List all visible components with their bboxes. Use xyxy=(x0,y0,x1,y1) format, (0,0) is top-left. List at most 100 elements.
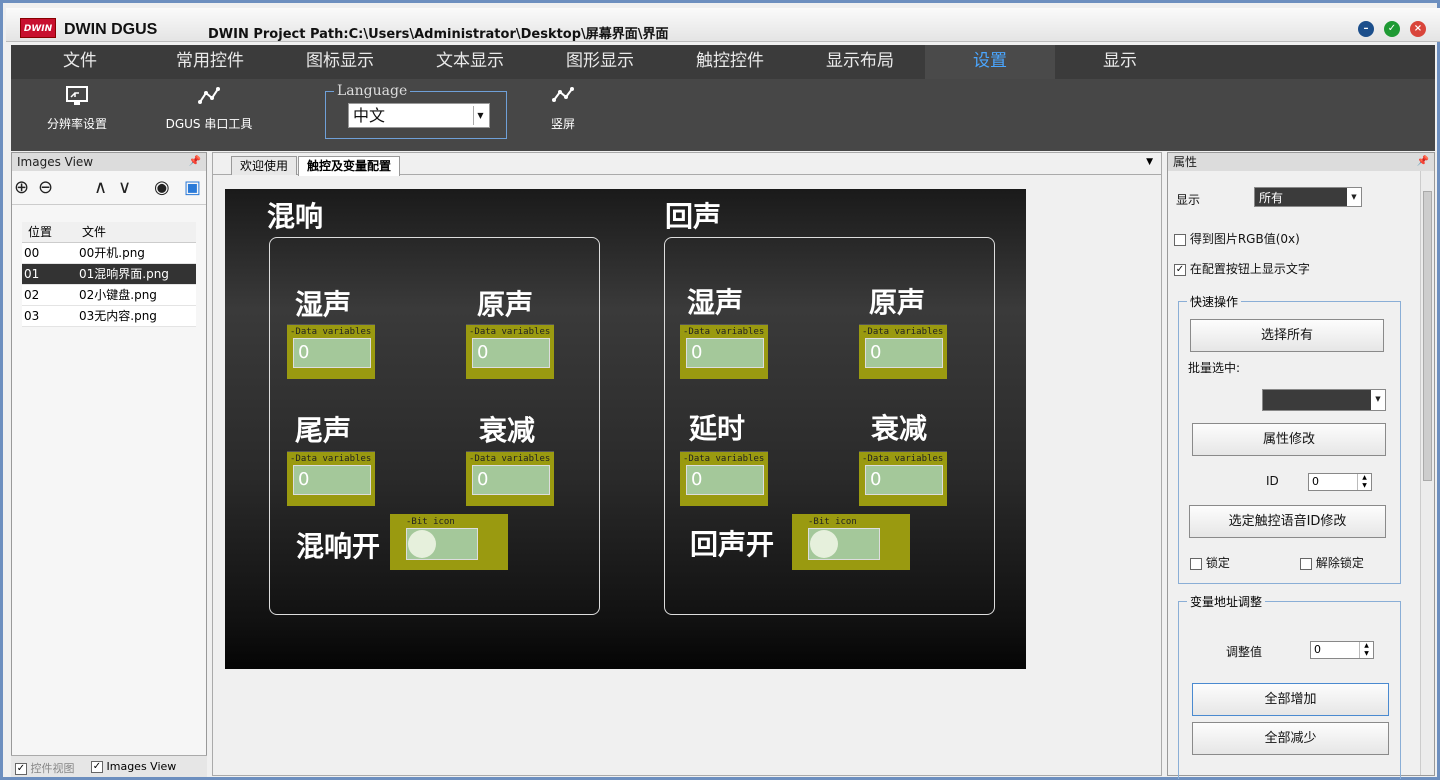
label-decay: 衰减 xyxy=(871,412,928,445)
caption: -Data variables xyxy=(683,327,765,337)
data-variable[interactable]: -Data variables 0 xyxy=(859,324,947,379)
row-file: 02小键盘.png xyxy=(79,288,157,302)
toggle-knob xyxy=(408,530,436,558)
checkbox-label: 锁定 xyxy=(1205,556,1230,570)
tab-images-view[interactable]: ✓ Images View xyxy=(91,760,176,773)
caption: -Data variables xyxy=(290,327,372,337)
left-bottom-tabs: ✓ 控件视图 ✓ Images View xyxy=(11,755,207,777)
row-pos: 02 xyxy=(24,288,40,302)
remove-icon[interactable]: ⊖ xyxy=(38,177,53,198)
menu-layout[interactable]: 显示布局 xyxy=(795,45,925,79)
minimize-icon[interactable]: – xyxy=(1358,21,1374,37)
checkbox-icon: ✓ xyxy=(91,761,103,773)
add-all-button[interactable]: 全部增加 xyxy=(1192,683,1389,716)
caption: -Data variables xyxy=(683,454,765,464)
value-display: 0 xyxy=(865,338,943,368)
row-pos: 01 xyxy=(24,267,40,281)
maximize-icon[interactable]: ✓ xyxy=(1384,21,1400,37)
data-variable[interactable]: -Data variables 0 xyxy=(680,451,768,506)
checkbox-icon xyxy=(1300,557,1312,570)
data-variable[interactable]: -Data variables 0 xyxy=(859,451,947,506)
spinner-arrows-icon: ▲ ▼ xyxy=(1357,474,1371,490)
row-file: 01混响界面.png xyxy=(79,267,169,281)
rgb-checkbox[interactable]: 得到图片RGB值(0x) xyxy=(1174,230,1300,247)
design-canvas[interactable]: 混响 回声 湿声 原声 尾声 衰减 混响开 湿声 原声 延时 衰减 回声开 -D… xyxy=(225,189,1026,669)
serial-tool-button[interactable]: DGUS 串口工具 xyxy=(161,81,257,132)
menu-icon-display[interactable]: 图标显示 xyxy=(275,45,405,79)
label-decay: 衰减 xyxy=(479,414,536,447)
col-file: 文件 xyxy=(82,225,107,239)
lock-checkbox[interactable]: 锁定 xyxy=(1190,554,1230,571)
show-text-checkbox[interactable]: ✓ 在配置按钮上显示文字 xyxy=(1174,260,1310,277)
row-pos: 00 xyxy=(24,246,40,260)
pin-icon[interactable]: 📌 xyxy=(1417,153,1429,171)
row-pos: 03 xyxy=(24,309,40,323)
menu-settings[interactable]: 设置 xyxy=(925,45,1055,79)
chevron-down-icon[interactable]: ▼ xyxy=(1146,157,1153,167)
add-icon[interactable]: ⊕ xyxy=(14,177,29,198)
move-up-icon[interactable]: ∧ xyxy=(94,177,107,198)
menu-touch-controls[interactable]: 触控控件 xyxy=(665,45,795,79)
menu-graphic-display[interactable]: 图形显示 xyxy=(535,45,665,79)
select-all-button[interactable]: 选择所有 xyxy=(1190,319,1384,352)
group-label: 快速操作 xyxy=(1187,293,1242,310)
language-select[interactable]: 中文 ▼ xyxy=(348,103,490,128)
batch-select[interactable]: ▼ xyxy=(1262,389,1386,411)
eye-icon[interactable]: ◉ xyxy=(154,177,170,198)
group-title-echo: 回声 xyxy=(665,200,722,233)
dwin-logo: DWIN xyxy=(20,18,56,38)
line-graph-icon xyxy=(552,87,574,102)
data-variable[interactable]: -Data variables 0 xyxy=(287,324,375,379)
batch-select-label: 批量选中: xyxy=(1188,361,1241,375)
image-icon[interactable]: ▣ xyxy=(184,177,201,198)
checkbox-label: 在配置按钮上显示文字 xyxy=(1189,262,1310,276)
bit-icon-echo-toggle[interactable]: -Bit icon xyxy=(792,514,910,570)
id-spinner[interactable]: 0 ▲ ▼ xyxy=(1308,473,1372,491)
data-variable[interactable]: -Data variables 0 xyxy=(466,451,554,506)
checkbox-icon: ✓ xyxy=(15,763,27,775)
label-dry: 原声 xyxy=(869,286,926,319)
caption: -Bit icon xyxy=(808,517,857,527)
spinner-value: 0 xyxy=(1312,475,1319,488)
resolution-label: 分辨率设置 xyxy=(46,117,107,131)
checkbox-icon xyxy=(1190,557,1202,570)
app-title: DWIN DGUS xyxy=(64,21,158,38)
pin-icon[interactable]: 📌 xyxy=(189,153,201,171)
data-variable[interactable]: -Data variables 0 xyxy=(287,451,375,506)
subtract-all-button[interactable]: 全部减少 xyxy=(1192,722,1389,755)
portrait-button[interactable]: 竖屏 xyxy=(541,81,585,132)
tab-controls-view[interactable]: ✓ 控件视图 xyxy=(15,760,75,776)
properties-scrollbar[interactable] xyxy=(1420,171,1434,775)
menu-common-controls[interactable]: 常用控件 xyxy=(145,45,275,79)
menu-display[interactable]: 显示 xyxy=(1055,45,1185,79)
tab-welcome[interactable]: 欢迎使用 xyxy=(231,156,298,175)
value-display: 0 xyxy=(293,338,371,368)
table-row[interactable]: 01 01混响界面.png xyxy=(22,264,196,285)
bit-icon-reverb-toggle[interactable]: -Bit icon xyxy=(390,514,508,570)
chevron-down-icon: ▼ xyxy=(1371,390,1385,410)
modify-attr-button[interactable]: 属性修改 xyxy=(1192,423,1386,456)
label-echo-on: 回声开 xyxy=(690,528,775,561)
close-icon[interactable]: × xyxy=(1410,21,1426,37)
table-row[interactable]: 02 02小键盘.png xyxy=(22,285,196,306)
properties-panel: 属性 📌 显示 所有 ▼ 得到图片RGB值(0x) ✓ 在配置按钮上显示文字 快速操… xyxy=(1167,152,1435,779)
tab-label: 控件视图 xyxy=(30,762,75,775)
scrollbar-thumb[interactable] xyxy=(1423,191,1432,481)
menu-file[interactable]: 文件 xyxy=(15,45,145,79)
label-delay: 延时 xyxy=(689,412,746,445)
move-down-icon[interactable]: ∨ xyxy=(118,177,131,198)
tab-touch-config[interactable]: 触控及变量配置 xyxy=(298,156,401,176)
resolution-button[interactable]: 分辨率设置 xyxy=(45,81,109,132)
table-row[interactable]: 03 03无内容.png xyxy=(22,306,196,327)
menu-text-display[interactable]: 文本显示 xyxy=(405,45,535,79)
data-variable[interactable]: -Data variables 0 xyxy=(466,324,554,379)
data-variable[interactable]: -Data variables 0 xyxy=(680,324,768,379)
value-display: 0 xyxy=(472,338,550,368)
display-filter-select[interactable]: 所有 ▼ xyxy=(1254,187,1362,207)
voice-id-modify-button[interactable]: 选定触控语音ID修改 xyxy=(1189,505,1386,538)
panel-header: Images View 📌 xyxy=(12,153,206,171)
checkbox-icon: ✓ xyxy=(1174,263,1186,276)
table-row[interactable]: 00 00开机.png xyxy=(22,243,196,264)
adjust-spinner[interactable]: 0 ▲ ▼ xyxy=(1310,641,1374,659)
unlock-checkbox[interactable]: 解除锁定 xyxy=(1300,554,1364,571)
